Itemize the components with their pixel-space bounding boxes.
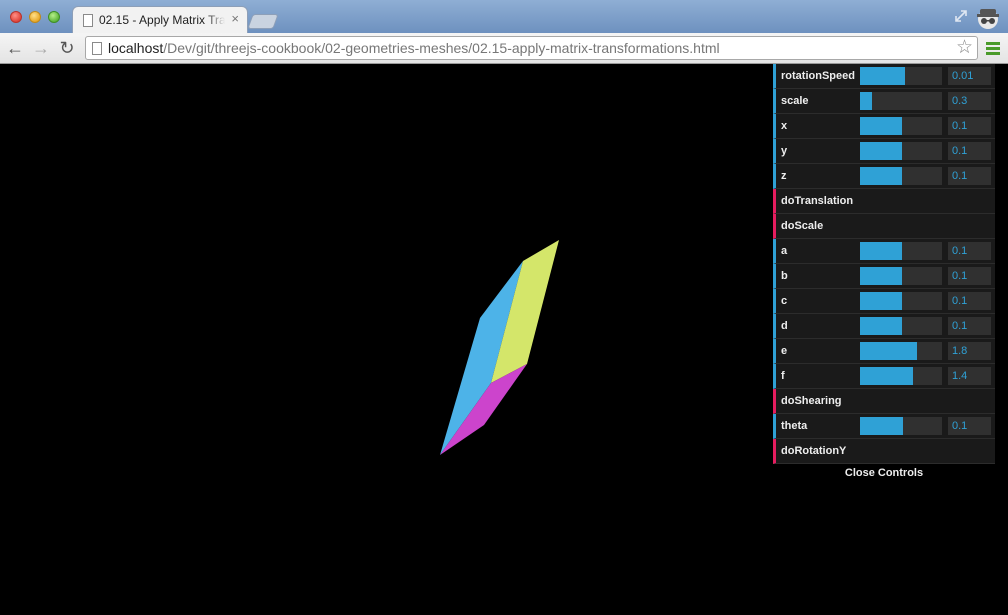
gui-slider[interactable] — [860, 417, 942, 435]
gui-row-d: d 0.1 — [773, 314, 995, 339]
gui-row-doScale[interactable]: doScale — [773, 214, 995, 239]
gui-number-input[interactable]: 0.1 — [948, 167, 991, 185]
gui-row-doTranslation[interactable]: doTranslation — [773, 189, 995, 214]
gui-number-input[interactable]: 1.4 — [948, 367, 991, 385]
gui-number-input[interactable]: 0.3 — [948, 92, 991, 110]
page-icon — [92, 42, 102, 55]
gui-row-c: c 0.1 — [773, 289, 995, 314]
gui-number-input[interactable]: 0.1 — [948, 292, 991, 310]
gui-label: b — [781, 270, 788, 282]
reload-icon[interactable]: ↻ — [56, 36, 78, 60]
gui-slider[interactable] — [860, 242, 942, 260]
gui-row-e: e 1.8 — [773, 339, 995, 364]
gui-label: doShearing — [781, 395, 842, 407]
gui-label: y — [781, 145, 788, 157]
gui-slider-fill — [860, 417, 903, 435]
gui-label: z — [781, 170, 787, 182]
gui-label: doTranslation — [781, 195, 854, 207]
gui-row-b: b 0.1 — [773, 264, 995, 289]
gui-label: c — [781, 295, 788, 307]
gui-number-input[interactable]: 0.1 — [948, 142, 991, 160]
gui-row-y: y 0.1 — [773, 139, 995, 164]
gui-label: doScale — [781, 220, 824, 232]
gui-slider[interactable] — [860, 67, 942, 85]
gui-row-a: a 0.1 — [773, 239, 995, 264]
url-path: /Dev/git/threejs-cookbook/02-geometries-… — [163, 40, 720, 56]
gui-slider[interactable] — [860, 292, 942, 310]
chrome-menu-icon[interactable] — [986, 42, 1000, 55]
forward-arrow-icon[interactable]: → — [30, 36, 52, 60]
gui-slider-fill — [860, 367, 914, 385]
gui-slider-fill — [860, 67, 906, 85]
gui-number-input[interactable]: 0.01 — [948, 67, 991, 85]
gui-slider-fill — [860, 267, 902, 285]
dat-gui-panel: rotationSpeed 0.01 scale 0.3 x 0.1 y 0.1 z 0.1 doT… — [773, 64, 995, 484]
gui-slider-fill — [860, 142, 902, 160]
gui-slider[interactable] — [860, 317, 942, 335]
zoom-window-button[interactable] — [48, 11, 60, 23]
gui-number-input[interactable]: 0.1 — [948, 267, 991, 285]
back-arrow-icon[interactable]: ← — [4, 36, 26, 60]
gui-slider[interactable] — [860, 92, 942, 110]
tab-title: 02.15 - Apply Matrix Transformations — [99, 13, 225, 27]
gui-slider[interactable] — [860, 167, 942, 185]
gui-label: rotationSpeed — [781, 70, 855, 82]
gui-label: f — [781, 370, 785, 382]
gui-slider[interactable] — [860, 342, 942, 360]
gui-slider[interactable] — [860, 117, 942, 135]
gui-number-input[interactable]: 1.8 — [948, 342, 991, 360]
tab-close-icon[interactable]: × — [231, 11, 239, 27]
gui-slider[interactable] — [860, 142, 942, 160]
close-controls-button[interactable]: Close Controls — [773, 464, 995, 484]
address-bar[interactable]: localhost/Dev/git/threejs-cookbook/02-ge… — [85, 36, 978, 60]
gui-row-z: z 0.1 — [773, 164, 995, 189]
gui-number-input[interactable]: 0.1 — [948, 117, 991, 135]
gui-row-doRotationY[interactable]: doRotationY — [773, 439, 995, 464]
gui-number-input[interactable]: 0.1 — [948, 417, 991, 435]
gui-row-scale: scale 0.3 — [773, 89, 995, 114]
fullscreen-icon[interactable] — [954, 9, 968, 23]
page-icon — [83, 14, 93, 27]
url-host: localhost — [108, 40, 164, 56]
incognito-icon — [977, 9, 999, 29]
gui-label: scale — [781, 95, 809, 107]
browser-toolbar: ← → ↻ localhost/Dev/git/threejs-cookbook… — [0, 33, 1008, 64]
gui-row-rotationSpeed: rotationSpeed 0.01 — [773, 64, 995, 89]
gui-slider-fill — [860, 92, 873, 110]
gui-label: theta — [781, 420, 808, 432]
gui-slider-fill — [860, 292, 902, 310]
minimize-window-button[interactable] — [29, 11, 41, 23]
gui-row-x: x 0.1 — [773, 114, 995, 139]
bookmark-star-icon[interactable]: ☆ — [956, 37, 973, 59]
gui-slider-fill — [860, 342, 918, 360]
gui-row-theta: theta 0.1 — [773, 414, 995, 439]
gui-slider-fill — [860, 242, 902, 260]
gui-controller-list: rotationSpeed 0.01 scale 0.3 x 0.1 y 0.1 z 0.1 doT… — [773, 64, 995, 464]
gui-slider-fill — [860, 117, 902, 135]
gui-label: d — [781, 320, 788, 332]
gui-slider-fill — [860, 317, 902, 335]
gui-slider[interactable] — [860, 267, 942, 285]
gui-number-input[interactable]: 0.1 — [948, 317, 991, 335]
gui-slider[interactable] — [860, 367, 942, 385]
gui-label: doRotationY — [781, 445, 847, 457]
new-tab-button[interactable] — [247, 14, 279, 29]
gui-row-doShearing[interactable]: doShearing — [773, 389, 995, 414]
gui-number-input[interactable]: 0.1 — [948, 242, 991, 260]
gui-slider-fill — [860, 167, 902, 185]
browser-tab-bar: 02.15 - Apply Matrix Transformations × — [0, 0, 1008, 34]
url-text[interactable]: localhost/Dev/git/threejs-cookbook/02-ge… — [108, 40, 720, 56]
gui-label: a — [781, 245, 788, 257]
gui-row-f: f 1.4 — [773, 364, 995, 389]
gui-label: e — [781, 345, 788, 357]
browser-tab-active[interactable]: 02.15 - Apply Matrix Transformations × — [72, 6, 248, 34]
gui-label: x — [781, 120, 788, 132]
close-window-button[interactable] — [10, 11, 22, 23]
